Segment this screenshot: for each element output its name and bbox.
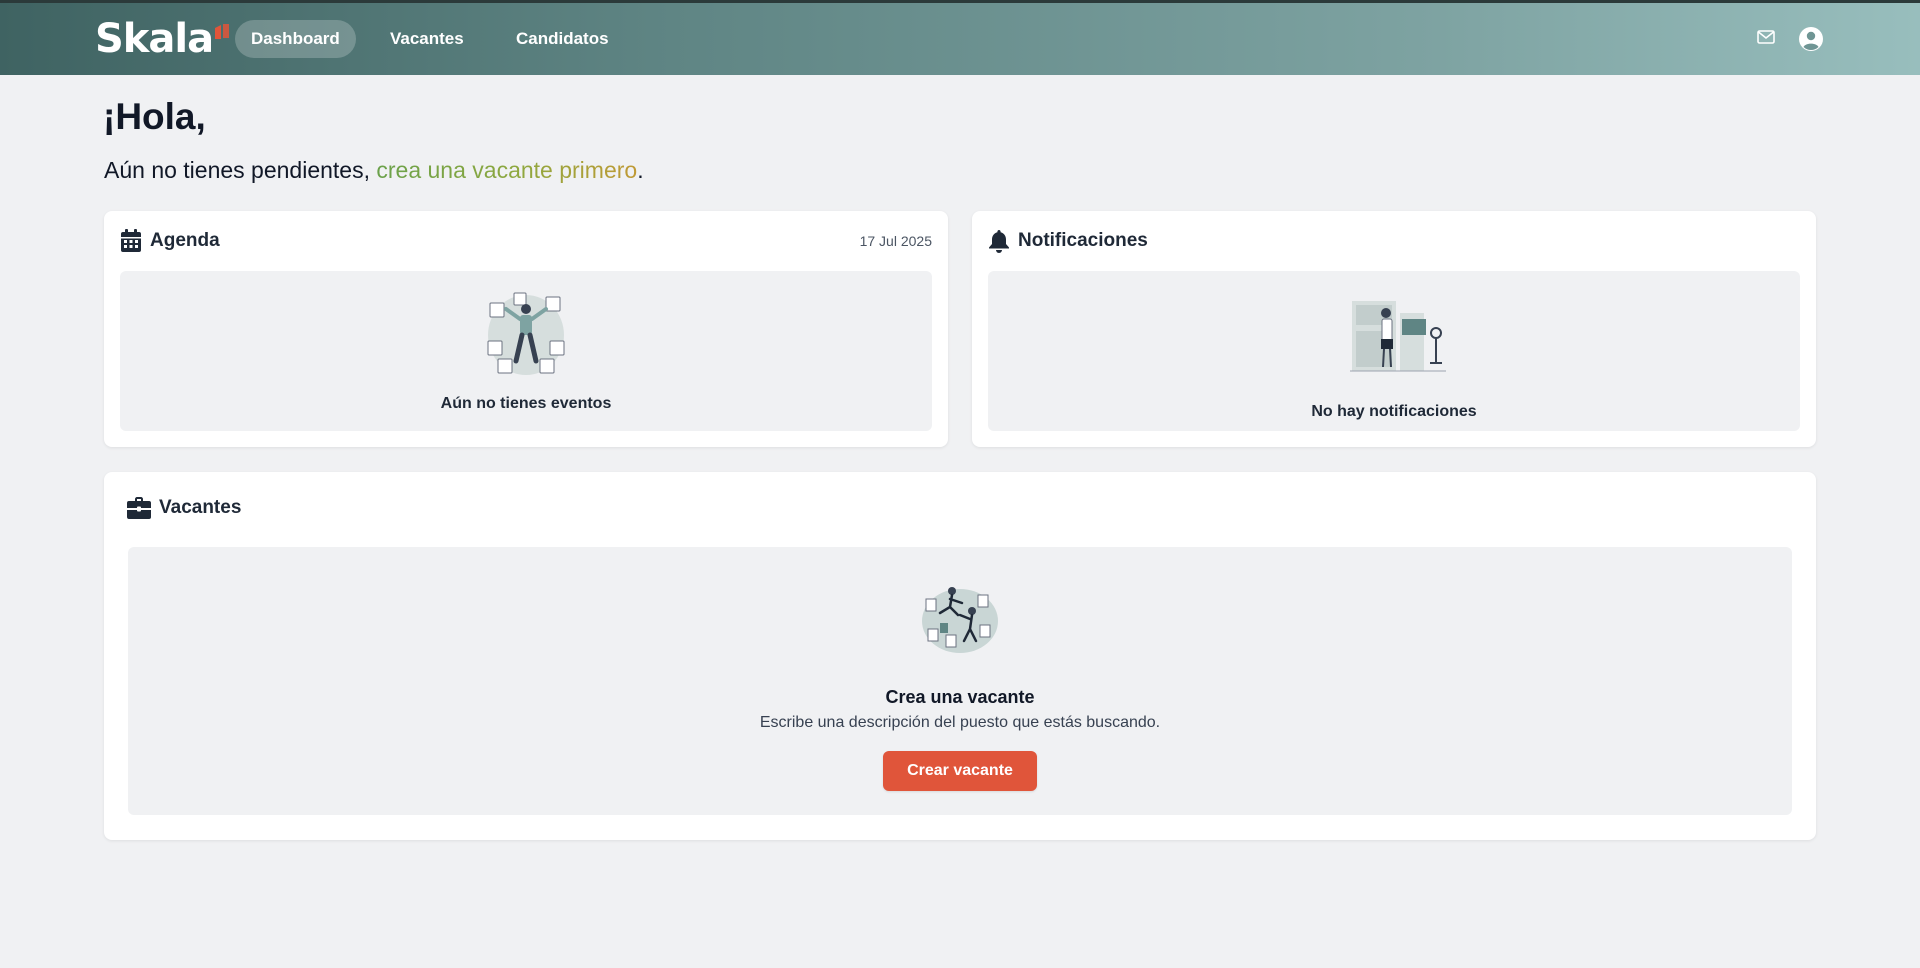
greeting-title: ¡Hola, [103, 96, 206, 137]
agenda-date: 17 Jul 2025 [859, 233, 932, 249]
agenda-card: Agenda 17 Jul 2025 Aún no tienes eventos [104, 211, 948, 447]
no-events-text: Aún no tienes eventos [440, 395, 612, 412]
vacancies-card: Vacantes Crea una vacante Escribe una de… [104, 472, 1816, 840]
notifications-card: Notificaciones No hay notificaciones [972, 211, 1816, 447]
nav-dashboard[interactable]: Dashboard [235, 20, 356, 58]
calendar-icon [121, 229, 141, 252]
greeting-suffix: . [637, 157, 644, 183]
mail-icon[interactable] [1756, 27, 1776, 47]
nav-vacantes[interactable]: Vacantes [374, 20, 480, 58]
vacancies-title: Vacantes [159, 497, 242, 518]
bell-icon [989, 230, 1009, 253]
vacancies-header: Vacantes [127, 497, 241, 519]
create-vacancy-illustration [922, 587, 998, 653]
greeting-subtitle: Aún no tienes pendientes, crea una vacan… [104, 157, 644, 184]
user-account-icon[interactable] [1798, 26, 1824, 52]
nav-candidatos[interactable]: Candidatos [500, 20, 625, 58]
skala-logo[interactable]: Skala [95, 16, 230, 62]
cta-title: Crea una vacante [885, 687, 1035, 707]
create-vacancy-button[interactable]: Crear vacante [883, 751, 1037, 791]
no-events-illustration [487, 292, 565, 375]
greeting-prefix: Aún no tienes pendientes, [104, 157, 377, 183]
notifications-title: Notificaciones [1018, 230, 1148, 251]
agenda-empty-state: Aún no tienes eventos [120, 271, 932, 431]
notifications-header: Notificaciones [988, 229, 1148, 253]
notifications-empty-state: No hay notificaciones [988, 271, 1800, 431]
no-notifications-text: No hay notificaciones [1311, 403, 1477, 420]
create-vacancy-link[interactable]: crea una vacante primero [376, 157, 637, 183]
vacancies-empty-state: Crea una vacante Escribe una descripción… [128, 547, 1792, 815]
logo-mark-icon [215, 24, 230, 39]
briefcase-icon [127, 497, 151, 519]
logo-text: Skala [95, 16, 214, 62]
navbar: Skala Dashboard Vacantes Candidatos [0, 3, 1920, 75]
cta-description: Escribe una descripción del puesto que e… [759, 714, 1161, 731]
agenda-title: Agenda [150, 230, 220, 251]
no-notifications-illustration [1350, 301, 1446, 372]
agenda-header: Agenda [120, 229, 220, 253]
